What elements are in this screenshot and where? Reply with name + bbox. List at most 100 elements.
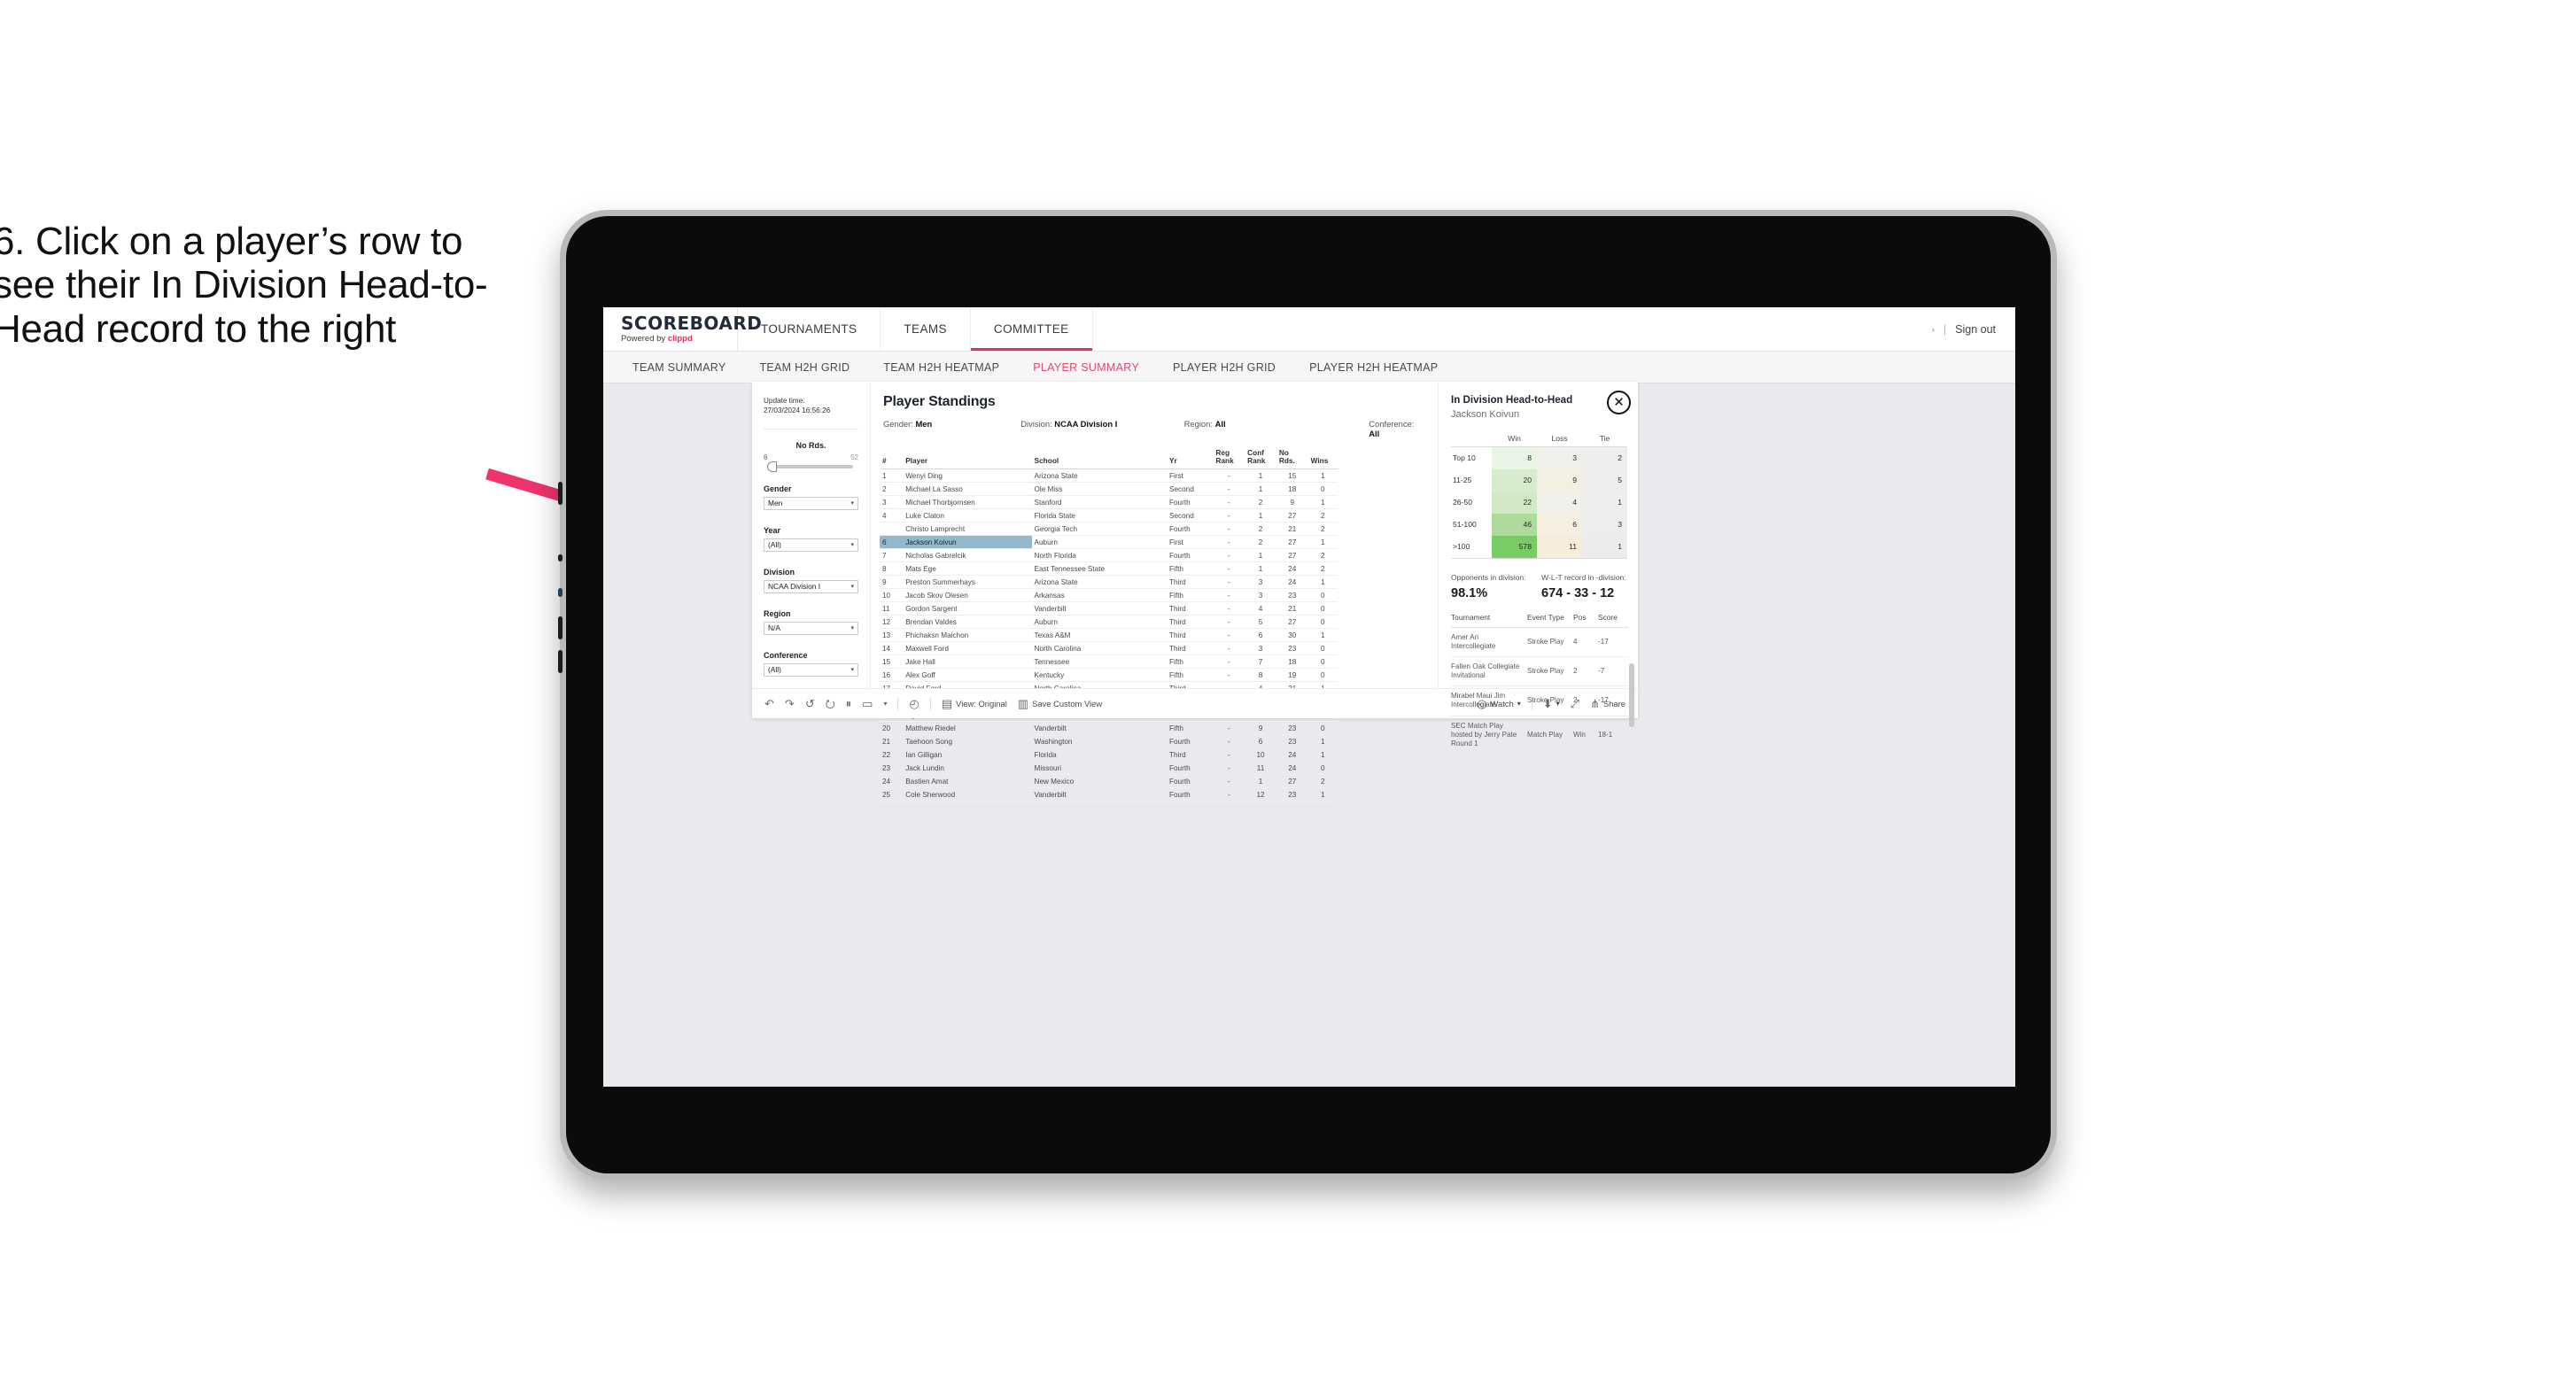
h2h-cell-win: 46 (1492, 513, 1537, 536)
standings-cell-wins: 2 (1307, 548, 1338, 563)
tournament-row[interactable]: Mirabel Maui Jim Intercollegiate Stroke P… (1451, 685, 1628, 716)
close-icon[interactable]: ✕ (1607, 391, 1631, 414)
tab-player-summary[interactable]: PLAYER SUMMARY (1016, 361, 1156, 374)
table-row[interactable]: 20 Matthew Riedel Vanderbilt Fifth -9 23 0 (880, 721, 1338, 736)
table-row[interactable]: 25 Cole Sherwood Vanderbilt Fourth -12 23 1 (880, 787, 1338, 802)
undo-icon[interactable]: ↶ (764, 698, 774, 709)
view-original-button[interactable]: ▤ View: Original (942, 698, 1007, 709)
col-reg-rank[interactable]: Reg Rank (1213, 447, 1245, 470)
trn-cell-pos: 2 (1573, 685, 1598, 716)
app-header: SCOREBOARD Powered by clippd TOURNAMENTS… (603, 307, 2015, 352)
table-row[interactable]: 24 Bastien Amat New Mexico Fourth -1 27 2 (880, 774, 1338, 789)
filter-conference: Conference (All) ▾ (764, 651, 858, 677)
table-row[interactable]: 2 Michael La Sasso Ole Miss Second -1 18 0 (880, 482, 1338, 497)
revert-icon[interactable]: ↺ (805, 698, 815, 709)
tournament-row[interactable]: Amer Ari Intercollegiate Stroke Play 4 -17 (1451, 627, 1628, 658)
table-row[interactable]: 1 Wenyi Ding Arizona State First -1 15 1 (880, 468, 1338, 484)
chevron-right-icon[interactable]: › (1932, 325, 1935, 334)
standings-cell-conf-rank: 1 (1245, 774, 1276, 789)
redo-icon[interactable]: ↷ (785, 698, 795, 709)
header-right-actions: › | Sign out (1932, 307, 2015, 351)
standings-cell-school: Texas A&M (1031, 628, 1167, 643)
h2h-cell-tie: 3 (1582, 513, 1627, 536)
table-row[interactable]: 16 Alex Goff Kentucky Fifth -8 19 0 (880, 668, 1338, 683)
col-player[interactable]: Player (903, 447, 1032, 470)
table-row[interactable]: 15 Jake Hall Tennessee Fifth -7 18 0 (880, 654, 1338, 670)
tab-team-h2h-heatmap[interactable]: TEAM H2H HEATMAP (866, 361, 1016, 374)
division-label: Division (764, 567, 795, 577)
slower-icon[interactable]: ◴ (909, 698, 919, 709)
app-logo[interactable]: SCOREBOARD Powered by clippd (603, 307, 762, 351)
h2h-cell-loss: 11 (1537, 535, 1582, 559)
shape-icon[interactable]: ▭ (862, 698, 873, 709)
tab-player-h2h-grid[interactable]: PLAYER H2H GRID (1156, 361, 1292, 374)
standings-cell-no-rds: 24 (1276, 761, 1308, 776)
table-row[interactable]: 7 Nicholas Gabrelcik North Florida Fourth -1… (880, 548, 1338, 563)
table-row[interactable]: 9 Preston Summerhays Arizona State Third -3 2… (880, 575, 1338, 590)
col-rank[interactable]: # (880, 447, 904, 470)
table-row[interactable]: 21 Taehoon Song Washington Fourth -6 23 1 (880, 734, 1338, 749)
tournaments-table: Tournament Event Type Pos Score Amer Ari… (1451, 612, 1628, 755)
trn-cell-type: Stroke Play (1527, 685, 1573, 716)
col-conf-rank[interactable]: Conf Rank (1245, 447, 1276, 470)
table-row[interactable]: 13 Phichaksn Maichon Texas A&M Third -6 30 1 (880, 628, 1338, 643)
tournament-row[interactable]: SEC Match Play hosted by Jerry Pate Roun… (1451, 716, 1628, 755)
col-wins[interactable]: Wins (1307, 447, 1338, 470)
tournament-row[interactable]: Fallen Oak Collegiate Invitational Stroke… (1451, 656, 1628, 687)
standings-cell-no-rds: 27 (1276, 508, 1308, 523)
col-school[interactable]: School (1031, 447, 1167, 470)
trn-cell-score: -7 (1598, 656, 1628, 687)
primary-nav: TOURNAMENTS TEAMS COMMITTEE (738, 307, 1093, 351)
standings-cell-year: Third (1167, 641, 1214, 656)
standings-cell-player: Wenyi Ding (903, 468, 1032, 484)
conference-select[interactable]: (All) ▾ (764, 662, 858, 677)
table-row[interactable]: 3 Michael Thorbjornsen Stanford Fourth -2 9 1 (880, 495, 1338, 510)
standings-cell-reg-rank: - (1213, 522, 1245, 537)
trn-col-tournament: Tournament (1451, 612, 1527, 628)
table-row[interactable]: 4 Luke Claton Florida State Second -1 27 2 (880, 508, 1338, 523)
save-custom-view-button[interactable]: ▥ Save Custom View (1018, 698, 1102, 709)
tab-team-summary[interactable]: TEAM SUMMARY (616, 361, 742, 374)
table-row[interactable]: 14 Maxwell Ford North Carolina Third -3 23 0 (880, 641, 1338, 656)
h2h-row: Top 10 8 3 2 (1451, 446, 1627, 469)
standings-cell-year: Third (1167, 601, 1214, 616)
table-row[interactable]: 22 Ian Gilligan Florida Third -10 24 1 (880, 747, 1338, 763)
table-row[interactable]: 8 Mats Ege East Tennessee State Fifth -1 24 2 (880, 561, 1338, 577)
sign-out-link[interactable]: Sign out (1955, 323, 1996, 336)
col-year[interactable]: Yr (1167, 447, 1214, 470)
table-row[interactable]: 10 Jacob Skov Olesen Arkansas Fifth -3 23 0 (880, 588, 1338, 603)
year-select[interactable]: (All) ▾ (764, 538, 858, 552)
nav-item-tournaments[interactable]: TOURNAMENTS (738, 307, 881, 351)
no-rounds-slider[interactable] (767, 461, 853, 472)
trn-col-score: Score (1598, 612, 1628, 628)
filter-no-rounds[interactable]: No Rds. 6 52 (764, 441, 858, 472)
standings-cell-conf-rank: 2 (1245, 495, 1276, 510)
gender-select[interactable]: Men ▾ (764, 496, 858, 510)
table-row[interactable]: 12 Brendan Valdes Auburn Third -5 27 0 (880, 615, 1338, 630)
trn-cell-name: SEC Match Play hosted by Jerry Pate Roun… (1451, 716, 1527, 755)
standings-cell-player: Michael Thorbjornsen (903, 495, 1032, 510)
h2h-row: 11-25 20 9 5 (1451, 468, 1627, 492)
standings-cell-wins: 2 (1307, 561, 1338, 577)
standings-cell-wins: 0 (1307, 654, 1338, 670)
pause-icon[interactable]: ⏸ (846, 698, 852, 709)
table-row[interactable]: 23 Jack Lundin Missouri Fourth -11 24 0 (880, 761, 1338, 776)
region-select[interactable]: N/A ▾ (764, 621, 858, 635)
nav-item-teams[interactable]: TEAMS (881, 307, 971, 351)
standings-body: 1 Wenyi Ding Arizona State First -1 15 1 2 Micha… (880, 468, 1338, 802)
tab-team-h2h-grid[interactable]: TEAM H2H GRID (742, 361, 866, 374)
standings-cell-no-rds: 23 (1276, 721, 1308, 736)
refresh-icon[interactable]: ⭮ (826, 698, 835, 709)
tab-player-h2h-heatmap[interactable]: PLAYER H2H HEATMAP (1292, 361, 1455, 374)
col-no-rds[interactable]: No Rds. (1276, 447, 1308, 470)
no-rounds-range: 6 52 (764, 453, 858, 461)
table-row[interactable]: Christo Lamprecht Georgia Tech Fourth -2 21 2 (880, 522, 1338, 537)
no-rounds-slider-handle[interactable] (767, 461, 777, 472)
chevron-down-icon[interactable]: ▾ (883, 700, 887, 708)
table-row[interactable]: 11 Gordon Sargent Vanderbilt Third -4 21 0 (880, 601, 1338, 616)
nav-item-committee[interactable]: COMMITTEE (970, 307, 1093, 351)
division-select[interactable]: NCAA Division I ▾ (764, 579, 858, 593)
tournaments-vertical-scrollbar[interactable] (1629, 663, 1634, 727)
h2h-player-name: Jackson Koivun (1451, 408, 1520, 420)
table-row[interactable]: 6 Jackson Koivun Auburn First -2 27 1 (880, 535, 1338, 550)
